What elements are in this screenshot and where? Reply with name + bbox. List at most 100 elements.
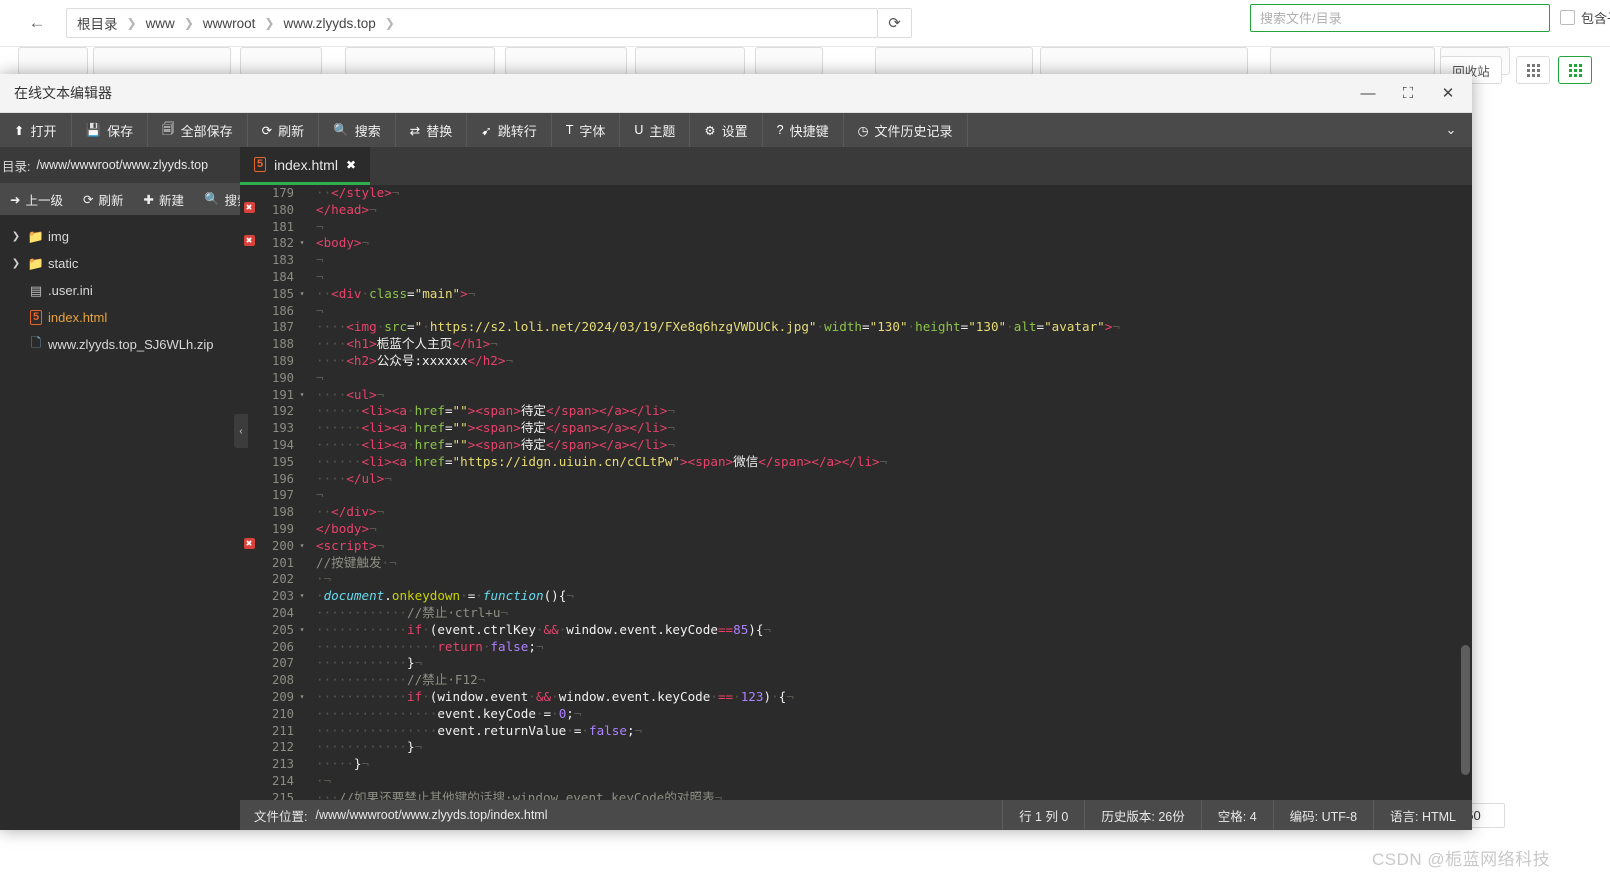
breadcrumb-item[interactable]: wwwroot [203, 16, 256, 31]
toolbar-collapse-icon[interactable]: ⌄ [1430, 113, 1472, 147]
file-manager-tab[interactable] [505, 47, 627, 75]
file-manager-tab[interactable] [18, 47, 88, 75]
toolbar-item-3[interactable]: ⟳ 刷新 [248, 113, 320, 147]
error-marker[interactable]: ✖ [240, 235, 258, 247]
code-line[interactable]: 203 ▾ ·document.onkeydown·=·function(){¬ [240, 588, 1472, 605]
code-line[interactable]: 189 ····<h2>公众号:xxxxxx</h2>¬ [240, 353, 1472, 370]
code-line[interactable]: ✖ 180 </head>¬ [240, 201, 1472, 219]
fold-toggle-icon[interactable]: ▾ [296, 387, 308, 404]
sidebar-collapse-handle[interactable]: ‹ [234, 414, 248, 448]
code-line[interactable]: 212 ············}¬ [240, 739, 1472, 756]
code-line[interactable]: ✖ 200 ▾ <script>¬ [240, 537, 1472, 555]
code-scrollbar-thumb[interactable] [1461, 645, 1470, 775]
toolbar-item-0[interactable]: ⬆ 打开 [0, 113, 72, 147]
code-line[interactable]: 198 ··</div>¬ [240, 504, 1472, 521]
sidebar-tool-0[interactable]: ➜ 上一级 [0, 183, 73, 215]
status-encoding[interactable]: 编码: UTF-8 [1272, 800, 1373, 830]
code-line[interactable]: 179 ··</style>¬ [240, 185, 1472, 202]
code-line[interactable]: 206 ················return·false;¬ [240, 639, 1472, 656]
status-history[interactable]: 历史版本: 26份 [1084, 800, 1200, 830]
toolbar-item-6[interactable]: ➹ 跳转行 [467, 113, 552, 147]
code-line[interactable]: 214 ·¬ [240, 773, 1472, 790]
file-manager-tab[interactable] [240, 47, 322, 75]
file-tree-item[interactable]: ❯ 📁 img [0, 223, 240, 250]
code-line[interactable]: 211 ················event.returnValue·=·f… [240, 723, 1472, 740]
toolbar-item-7[interactable]: T 字体 [552, 113, 621, 147]
code-line[interactable]: 199 </body>¬ [240, 521, 1472, 538]
toolbar-item-9[interactable]: ⚙ 设置 [690, 113, 763, 147]
fold-toggle-icon[interactable]: ▾ [296, 286, 308, 303]
fold-toggle-icon[interactable]: ▾ [296, 622, 308, 639]
toolbar-item-5[interactable]: ⇄ 替换 [396, 113, 468, 147]
code-line[interactable]: 187 ····<img·src="·https://s2.loli.net/20… [240, 319, 1472, 336]
code-line[interactable]: 210 ················event.keyCode·=·0;¬ [240, 706, 1472, 723]
code-line[interactable]: 194 ······<li><a·href=""><span>待定</span><… [240, 437, 1472, 454]
breadcrumb-item[interactable]: 根目录 [77, 13, 118, 33]
toolbar-item-2[interactable]: 🗐 全部保存 [148, 113, 248, 147]
code-line[interactable]: 209 ▾ ············if·(window.event·&&·wind… [240, 689, 1472, 706]
code-line[interactable]: 193 ······<li><a·href=""><span>待定</span><… [240, 420, 1472, 437]
code-line[interactable]: 181 ¬ [240, 219, 1472, 236]
code-editor-area[interactable]: 179 ··</style>¬ ✖ 180 </head>¬ 181 ¬ ✖ 182 ▾ <body… [240, 185, 1472, 800]
code-line[interactable]: 205 ▾ ············if·(event.ctrlKey·&&·win… [240, 622, 1472, 639]
code-line[interactable]: 190 ¬ [240, 370, 1472, 387]
code-line[interactable]: 207 ············}¬ [240, 655, 1472, 672]
status-language[interactable]: 语言: HTML [1373, 800, 1472, 830]
code-line[interactable]: 191 ▾ ····<ul>¬ [240, 387, 1472, 404]
back-icon[interactable]: ← [14, 8, 60, 38]
toolbar-item-8[interactable]: U 主题 [620, 113, 691, 147]
code-line[interactable]: 202 ·¬ [240, 571, 1472, 588]
code-scrollbar[interactable] [1461, 185, 1470, 800]
code-line[interactable]: 201 //按键触发·¬ [240, 555, 1472, 572]
status-spaces[interactable]: 空格: 4 [1200, 800, 1273, 830]
code-line[interactable]: 213 ·····}¬ [240, 756, 1472, 773]
error-marker[interactable]: ✖ [240, 537, 258, 549]
code-line[interactable]: 215 ···//如果还要禁止其他键的话搜·window.event.keyCod… [240, 790, 1472, 800]
code-line[interactable]: ✖ 182 ▾ <body>¬ [240, 235, 1472, 252]
list-view-button[interactable] [1516, 56, 1550, 84]
file-manager-tab[interactable] [1270, 47, 1435, 75]
file-manager-tab[interactable] [875, 47, 1033, 75]
fold-toggle-icon[interactable]: ▾ [296, 235, 308, 252]
code-line[interactable]: 195 ······<li><a·href="https://idgn.uiuin… [240, 454, 1472, 471]
file-manager-tab[interactable] [345, 47, 495, 75]
breadcrumb-item[interactable]: www [146, 16, 175, 31]
file-tab-close-icon[interactable]: ✖ [346, 158, 356, 172]
code-line[interactable]: 197 ¬ [240, 487, 1472, 504]
file-tree-item[interactable]: 5 index.html [0, 304, 240, 331]
grid-view-button[interactable] [1558, 56, 1592, 84]
file-tab-index-html[interactable]: 5 index.html ✖ [240, 147, 370, 185]
breadcrumb[interactable]: 根目录 ❯ www ❯ wwwroot ❯ www.zlyyds.top ❯ [66, 8, 878, 38]
code-line[interactable]: 208 ············//禁止·F12¬ [240, 672, 1472, 689]
error-marker[interactable]: ✖ [240, 201, 258, 213]
code-line[interactable]: 192 ······<li><a·href=""><span>待定</span><… [240, 403, 1472, 420]
chevron-right-icon[interactable]: ❯ [8, 231, 24, 242]
sidebar-tool-1[interactable]: ⟳ 刷新 [73, 183, 134, 215]
code-line[interactable]: 188 ····<h1>栀蓝个人主页</h1>¬ [240, 336, 1472, 353]
code-line[interactable]: 184 ¬ [240, 269, 1472, 286]
minimize-button[interactable]: — [1348, 75, 1388, 111]
file-manager-tab[interactable] [755, 47, 823, 75]
toolbar-item-11[interactable]: ◷ 文件历史记录 [844, 113, 968, 147]
toolbar-item-1[interactable]: 💾 保存 [72, 113, 149, 147]
code-line[interactable]: 185 ▾ ··<div·class="main">¬ [240, 286, 1472, 303]
file-tree-item[interactable]: 🗋 www.zlyyds.top_SJ6WLh.zip [0, 331, 240, 358]
maximize-button[interactable]: ⛶ [1388, 75, 1428, 111]
sidebar-tool-2[interactable]: ✚ 新建 [134, 183, 195, 215]
fold-toggle-icon[interactable]: ▾ [296, 538, 308, 555]
code-line[interactable]: 183 ¬ [240, 252, 1472, 269]
code-line[interactable]: 196 ····</ul>¬ [240, 471, 1472, 488]
close-button[interactable]: ✕ [1428, 75, 1468, 111]
toolbar-item-4[interactable]: 🔍 搜索 [319, 113, 396, 147]
search-input[interactable] [1250, 4, 1550, 32]
breadcrumb-item[interactable]: www.zlyyds.top [283, 16, 375, 31]
file-tree-item[interactable]: ▤ .user.ini [0, 277, 240, 304]
file-manager-tab[interactable] [635, 47, 745, 75]
file-tree-item[interactable]: ❯ 📁 static [0, 250, 240, 277]
file-manager-tab[interactable] [93, 47, 231, 75]
include-subdir-checkbox[interactable] [1560, 10, 1575, 25]
toolbar-item-10[interactable]: ? 快捷键 [763, 113, 844, 147]
code-line[interactable]: 204 ············//禁止·ctrl+u¬ [240, 605, 1472, 622]
code-line[interactable]: 186 ¬ [240, 303, 1472, 320]
chevron-right-icon[interactable]: ❯ [8, 258, 24, 269]
